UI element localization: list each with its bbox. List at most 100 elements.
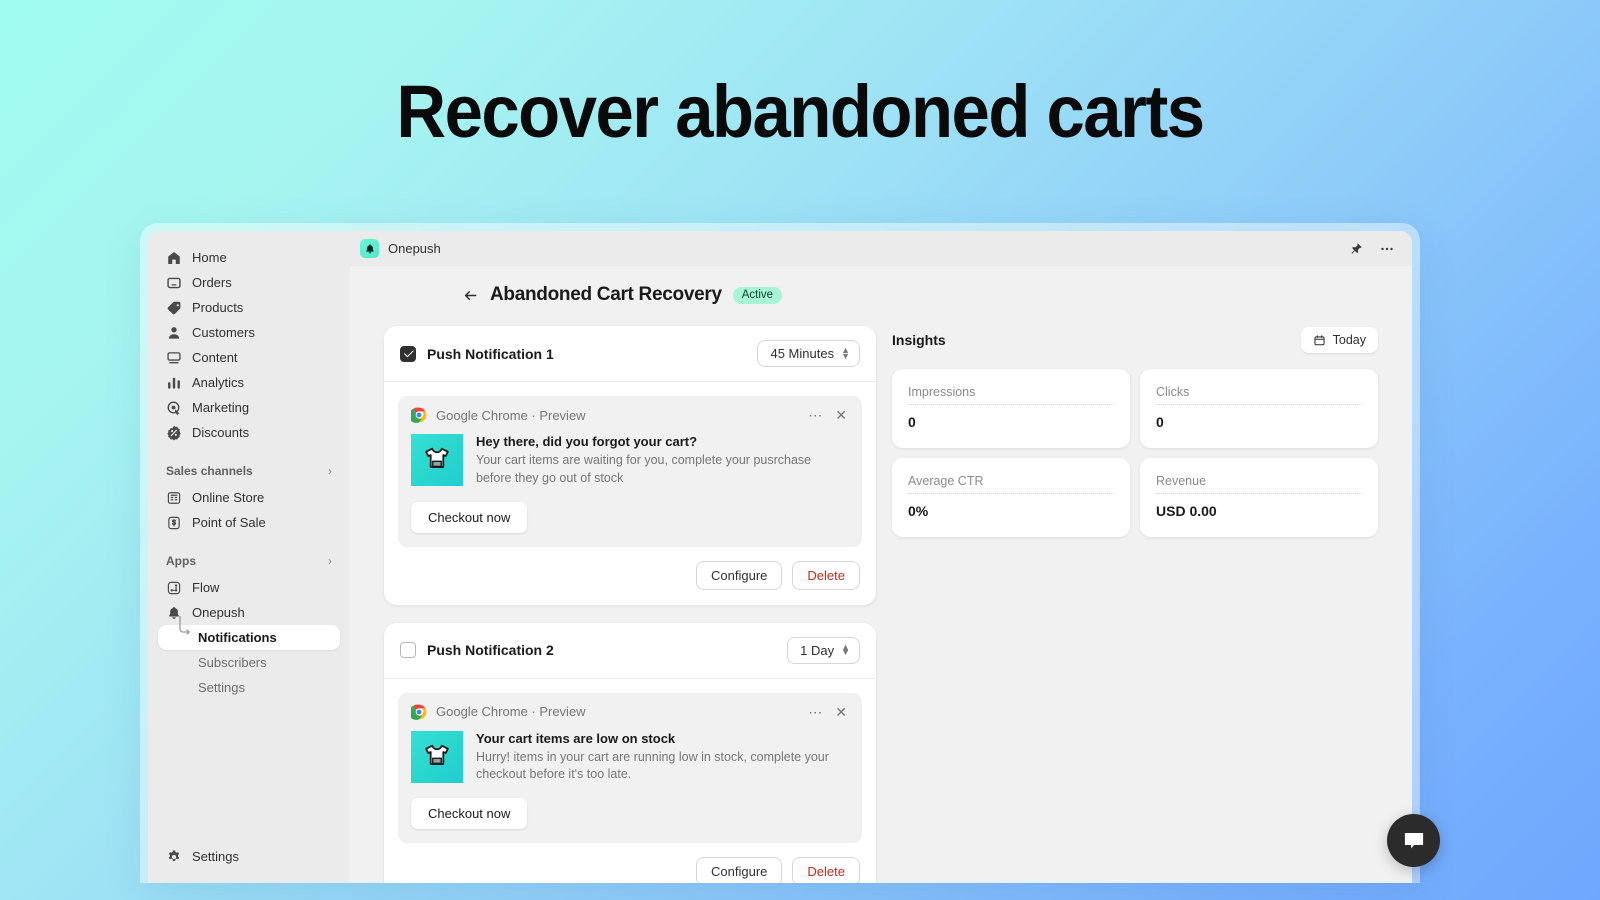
sidebar-item-analytics[interactable]: Analytics xyxy=(158,370,340,395)
pin-icon[interactable] xyxy=(1345,238,1367,260)
configure-button[interactable]: Configure xyxy=(696,857,783,883)
notification-enable-checkbox[interactable] xyxy=(400,642,416,658)
delete-button[interactable]: Delete xyxy=(792,857,860,883)
configure-button[interactable]: Configure xyxy=(696,560,783,590)
point-of-sale-icon xyxy=(166,515,182,531)
chrome-icon xyxy=(411,704,427,720)
content-columns: Push Notification 1 45 Minutes ▲ ▼ Googl… xyxy=(384,326,1378,883)
preview-text: Your cart items are low on stock Hurry! … xyxy=(476,731,849,785)
notifications-column: Push Notification 1 45 Minutes ▲ ▼ Googl… xyxy=(384,326,876,883)
sidebar-label: Analytics xyxy=(192,375,245,390)
content-icon xyxy=(166,350,182,366)
delay-value: 45 Minutes xyxy=(770,346,835,361)
preview-cta-button[interactable]: Checkout now xyxy=(411,501,528,533)
chevron-right-icon: › xyxy=(328,554,332,568)
gear-icon xyxy=(166,849,182,865)
preview-cta-button[interactable]: Checkout now xyxy=(411,798,528,829)
sidebar-sublabel: Notifications xyxy=(198,630,277,645)
page-header: Abandoned Cart Recovery Active xyxy=(462,284,1378,306)
sidebar-label: Orders xyxy=(192,275,232,290)
delete-button[interactable]: Delete xyxy=(792,560,860,590)
preview-header: Google Chrome · Preview ⋯ ✕ xyxy=(411,407,849,423)
sidebar-item-flow[interactable]: Flow xyxy=(158,575,340,600)
sidebar-item-online-store[interactable]: Online Store xyxy=(158,485,340,510)
sidebar-item-content[interactable]: Content xyxy=(158,345,340,370)
stat-value: 0 xyxy=(908,414,916,430)
sidebar-section-apps[interactable]: Apps › xyxy=(148,549,350,573)
more-horizontal-icon[interactable]: ⋯ xyxy=(806,408,824,422)
sidebar-item-point-of-sale[interactable]: Point of Sale xyxy=(158,510,340,535)
stat-label: Average CTR xyxy=(908,474,1114,494)
tshirt-icon xyxy=(425,447,449,468)
sidebar-item-discounts[interactable]: Discounts xyxy=(158,420,340,445)
app-title: Onepush xyxy=(388,241,441,256)
notification-card-header: Push Notification 2 1 Day ▲ ▼ xyxy=(384,623,876,679)
preview-heading: Hey there, did you forgot your cart? xyxy=(476,434,698,449)
tshirt-icon xyxy=(425,744,449,765)
notification-enable-checkbox[interactable] xyxy=(400,345,416,362)
sidebar-label: Content xyxy=(192,350,238,365)
app-window-frame: Home Orders Products Customers Content A xyxy=(140,223,1420,883)
date-filter-label: Today xyxy=(1332,333,1366,347)
sidebar-label: Onepush xyxy=(192,605,245,620)
sidebar-label: Point of Sale xyxy=(192,515,266,530)
delay-select[interactable]: 45 Minutes ▲ ▼ xyxy=(757,340,860,367)
preview-body: Your cart items are waiting for you, com… xyxy=(476,453,812,485)
sidebar-sublabel: Settings xyxy=(198,680,245,695)
calendar-icon xyxy=(1314,334,1325,345)
chat-widget-button[interactable] xyxy=(1387,814,1440,867)
sidebar-label: Customers xyxy=(192,325,255,340)
insights-header: Insights Today xyxy=(892,326,1378,354)
product-thumbnail xyxy=(411,730,463,783)
sidebar-label: Discounts xyxy=(192,425,250,440)
sidebar-item-settings[interactable]: Settings xyxy=(158,844,340,869)
more-horizontal-icon[interactable] xyxy=(1376,238,1398,260)
sidebar-main-nav: Home Orders Products Customers Content A xyxy=(148,245,350,445)
notification-card: Push Notification 1 45 Minutes ▲ ▼ Googl… xyxy=(384,326,876,605)
sidebar-label: Products xyxy=(192,300,244,315)
sidebar-label: Settings xyxy=(192,849,239,864)
sidebar: Home Orders Products Customers Content A xyxy=(148,231,350,883)
delay-select[interactable]: 1 Day ▲ ▼ xyxy=(787,636,860,664)
close-icon[interactable]: ✕ xyxy=(833,408,849,422)
sidebar-item-home[interactable]: Home xyxy=(158,245,340,270)
date-filter-button[interactable]: Today xyxy=(1300,327,1378,353)
sidebar-footer: Settings xyxy=(148,844,350,883)
chat-bubble-icon xyxy=(1404,832,1423,848)
sidebar-item-products[interactable]: Products xyxy=(158,295,340,320)
sidebar-item-subscribers[interactable]: Subscribers xyxy=(158,650,340,675)
close-icon[interactable]: ✕ xyxy=(833,705,849,719)
sidebar-section-sales-channels[interactable]: Sales channels › xyxy=(148,459,350,483)
hero-title: Recover abandoned carts xyxy=(396,69,1205,153)
stat-value: 0% xyxy=(908,503,929,519)
more-horizontal-icon[interactable]: ⋯ xyxy=(806,705,824,719)
delay-value: 1 Day xyxy=(800,642,835,658)
notification-preview: Google Chrome · Preview ⋯ ✕ xyxy=(398,692,862,843)
stat-card-average-ctr: Average CTR 0% xyxy=(892,458,1130,537)
sidebar-label: Home xyxy=(192,250,227,265)
sidebar-sublabel: Subscribers xyxy=(198,655,267,670)
sidebar-item-onepush[interactable]: Onepush xyxy=(158,600,340,625)
sidebar-item-settings-app[interactable]: Settings xyxy=(158,675,340,700)
notification-card-body: Google Chrome · Preview ⋯ ✕ xyxy=(384,679,876,843)
stat-value: 0 xyxy=(1156,414,1164,430)
notification-card-header: Push Notification 1 45 Minutes ▲ ▼ xyxy=(384,326,876,382)
preview-text: Hey there, did you forgot your cart? You… xyxy=(476,434,849,488)
arrow-left-icon[interactable] xyxy=(462,287,479,304)
sidebar-item-marketing[interactable]: Marketing xyxy=(158,395,340,420)
sidebar-item-notifications[interactable]: Notifications xyxy=(158,616,340,650)
notification-title: Push Notification 2 xyxy=(427,642,554,658)
stat-card-impressions: Impressions 0 xyxy=(892,369,1130,448)
preview-source-label: Google Chrome · Preview xyxy=(436,407,586,423)
customers-person-icon xyxy=(166,325,182,341)
chevron-updown-icon: ▲ ▼ xyxy=(841,641,850,657)
insights-stat-grid: Impressions 0 Clicks 0 Average CTR 0% Re… xyxy=(892,369,1378,537)
hero-banner: Recover abandoned carts xyxy=(0,0,1600,222)
stat-label: Impressions xyxy=(908,385,1114,405)
stat-value: USD 0.00 xyxy=(1156,503,1217,519)
marketing-target-icon xyxy=(166,400,182,416)
sidebar-item-orders[interactable]: Orders xyxy=(158,270,340,295)
online-store-icon xyxy=(166,490,182,506)
products-tag-icon xyxy=(166,300,182,316)
sidebar-item-customers[interactable]: Customers xyxy=(158,320,340,345)
